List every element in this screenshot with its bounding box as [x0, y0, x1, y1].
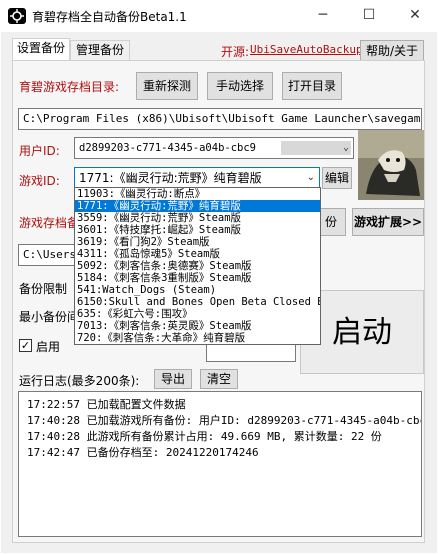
game-cover-image [358, 130, 424, 200]
source-link[interactable]: UbiSaveAutoBackup [250, 43, 363, 56]
log-line: 17:40:28 此游戏所有备份累计占用: 49.669 MB, 累计数量: 2… [27, 430, 382, 443]
clear-log-button[interactable]: 清空 [200, 369, 238, 389]
game-dropdown-list: 11903:《幽灵行动:断点》 1771:《幽灵行动:荒野》纯育碧版 3559:… [74, 187, 321, 345]
maximize-button[interactable]: ☐ [346, 0, 392, 30]
source-label: 开源: [221, 45, 250, 59]
game-id-value: 1771:《幽灵行动:荒野》纯育碧版 [79, 171, 262, 185]
game-extend-button[interactable]: 游戏扩展>> [352, 208, 424, 236]
dropdown-item-selected[interactable]: 1771:《幽灵行动:荒野》纯育碧版 [75, 200, 320, 212]
auto-backup-label: 启用 [36, 340, 61, 354]
log-line: 17:22:57 已加载配置文件数据 [27, 398, 186, 411]
user-id-value: d2899203-c771-4345-a04b-cbc9 [79, 142, 257, 154]
dropdown-item[interactable]: 635:《彩虹六号:围攻》 [75, 308, 320, 320]
dropdown-item[interactable]: 5092:《刺客信条:奥德赛》Steam版 [75, 260, 320, 272]
chevron-down-icon: ⌄ [342, 142, 349, 153]
dropdown-item[interactable]: 4311:《孤岛惊魂5》Steam版 [75, 248, 320, 260]
user-id-redaction [281, 141, 351, 155]
save-dir-label: 育碧游戏存档目录: [19, 80, 120, 94]
user-id-select[interactable]: d2899203-c771-4345-a04b-cbc9 ⌄ [74, 137, 354, 159]
rescan-button[interactable]: 重新探测 [136, 72, 198, 100]
edit-game-button[interactable]: 编辑 [322, 167, 352, 189]
log-title: 运行日志(最多200条): [19, 374, 140, 388]
save-dir-input[interactable]: C:\Program Files (x86)\Ubisoft\Ubisoft G… [18, 108, 422, 130]
dropdown-item[interactable]: 720:《刺客信条:大革命》纯育碧版 [75, 332, 320, 344]
interval-input[interactable] [206, 342, 296, 362]
dropdown-item[interactable]: 541:Watch_Dogs (Steam) [75, 284, 320, 296]
game-id-label: 游戏ID: [19, 174, 60, 188]
open-dir-button[interactable]: 打开目录 [282, 72, 342, 100]
game-id-select[interactable]: 1771:《幽灵行动:荒野》纯育碧版 ⌄ [74, 167, 320, 189]
minimize-button[interactable]: ─ [300, 0, 346, 30]
log-line: 17:42:47 已备份存档至: 20241220174246 [27, 446, 259, 459]
min-interval-label: 最小备份间 [19, 310, 80, 324]
window-title: 育碧存档全自动备份Beta1.1 [32, 10, 187, 24]
log-area[interactable]: 17:22:57 已加载配置文件数据 17:40:28 已加载游戏所有备份: 用… [18, 391, 422, 537]
help-about-button[interactable]: 帮助/关于 [360, 40, 424, 62]
tab-settings-backup[interactable]: 设置备份 [12, 38, 70, 61]
tab-manage-backup[interactable]: 管理备份 [70, 40, 130, 60]
dropdown-item[interactable]: 7013:《刺客信条:英灵殿》Steam版 [75, 320, 320, 332]
dropdown-item[interactable]: 11903:《幽灵行动:断点》 [75, 188, 320, 200]
auto-backup-checkbox[interactable]: ✓ [19, 339, 32, 352]
chevron-down-icon: ⌄ [306, 172, 315, 183]
backup-limit-label: 备份限制 [19, 282, 68, 296]
backup-dir-label: 游戏存档备 [19, 216, 80, 230]
dropdown-item[interactable]: 5184:《刺客信条3重制版》Steam版 [75, 272, 320, 284]
close-button[interactable]: ✕ [392, 0, 438, 30]
user-id-label: 用户ID: [19, 144, 60, 158]
app-icon [8, 8, 26, 24]
export-log-button[interactable]: 导出 [154, 369, 192, 389]
dropdown-item[interactable]: 3619:《看门狗2》Steam版 [75, 236, 320, 248]
dropdown-item[interactable]: 6150:Skull and Bones Open Beta Closed Be [75, 296, 320, 308]
manual-select-button[interactable]: 手动选择 [207, 72, 273, 100]
dropdown-item[interactable]: 3559:《幽灵行动:荒野》Steam版 [75, 212, 320, 224]
title-bar: 育碧存档全自动备份Beta1.1 ─ ☐ ✕ [0, 0, 438, 32]
log-line: 17:40:28 已加载游戏所有备份: 用户ID: d2899203-c771-… [27, 414, 422, 427]
dropdown-item[interactable]: 3601:《特技摩托:崛起》Steam版 [75, 224, 320, 236]
